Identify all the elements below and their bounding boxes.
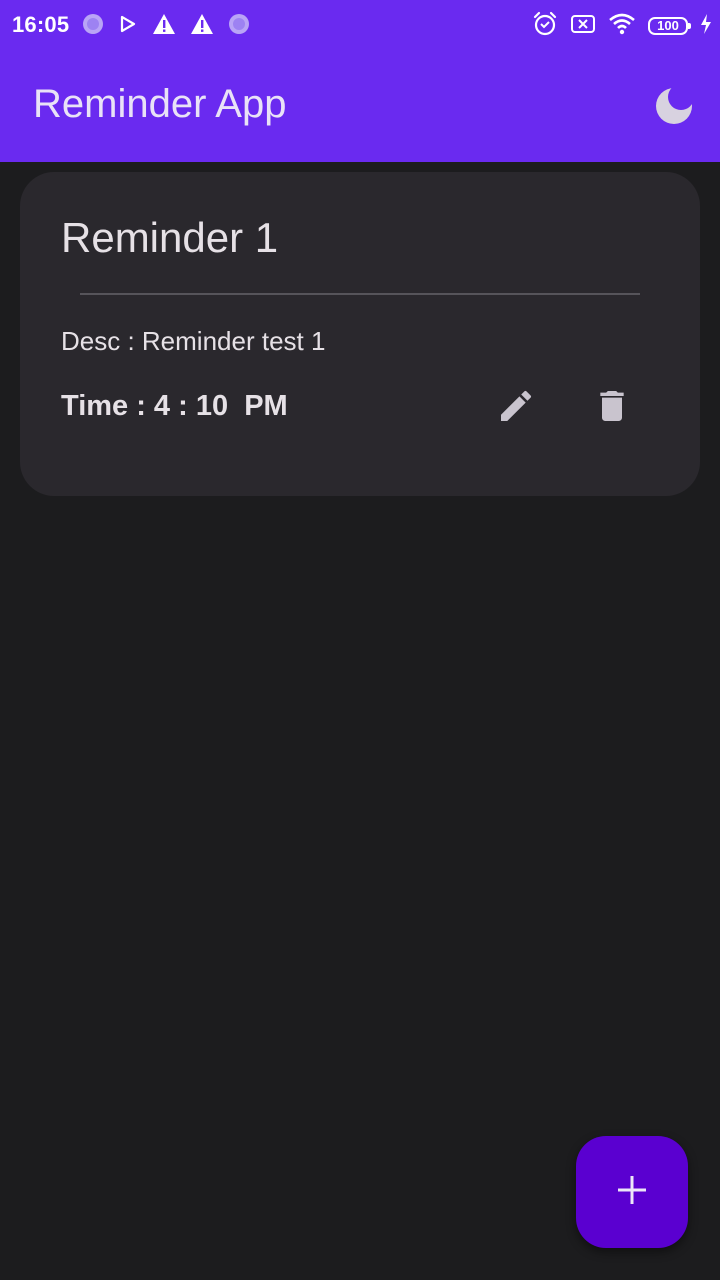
record-circle-icon <box>82 13 104 40</box>
plus-icon <box>615 1173 649 1212</box>
notification-icons <box>82 13 250 39</box>
status-bar: 16:05 100 <box>0 0 720 52</box>
theme-toggle-button[interactable] <box>654 86 694 126</box>
delete-icon <box>592 386 632 431</box>
add-reminder-button[interactable] <box>576 1136 688 1248</box>
battery-icon: 100 <box>648 17 691 35</box>
reminder-description: Desc : Reminder test 1 <box>61 326 326 356</box>
edit-button[interactable] <box>492 384 540 432</box>
reminder-card[interactable]: Reminder 1 Desc : Reminder test 1 Time :… <box>20 172 700 496</box>
divider <box>80 293 640 295</box>
sim-off-icon <box>570 13 596 40</box>
system-status-icons: 100 <box>532 11 712 42</box>
moon-icon <box>654 88 694 130</box>
warning-icon <box>190 13 214 40</box>
reminder-app-screen: 16:05 100 Reminder App Reminder 1 Desc:… <box>0 0 720 1280</box>
charging-bolt-icon <box>700 13 712 39</box>
wifi-icon <box>608 13 636 40</box>
play-store-icon <box>118 14 138 39</box>
reminder-title: Reminder 1 <box>61 214 279 261</box>
delete-button[interactable] <box>588 384 636 432</box>
alarm-icon <box>532 11 558 42</box>
app-bar: Reminder App <box>0 52 720 162</box>
edit-icon <box>496 386 536 431</box>
warning-icon <box>152 13 176 40</box>
record-circle-icon <box>228 13 250 40</box>
reminder-time: Time : 4 : 10 PM <box>61 390 288 422</box>
app-title: Reminder App <box>33 82 287 126</box>
status-time: 16:05 <box>12 12 70 37</box>
